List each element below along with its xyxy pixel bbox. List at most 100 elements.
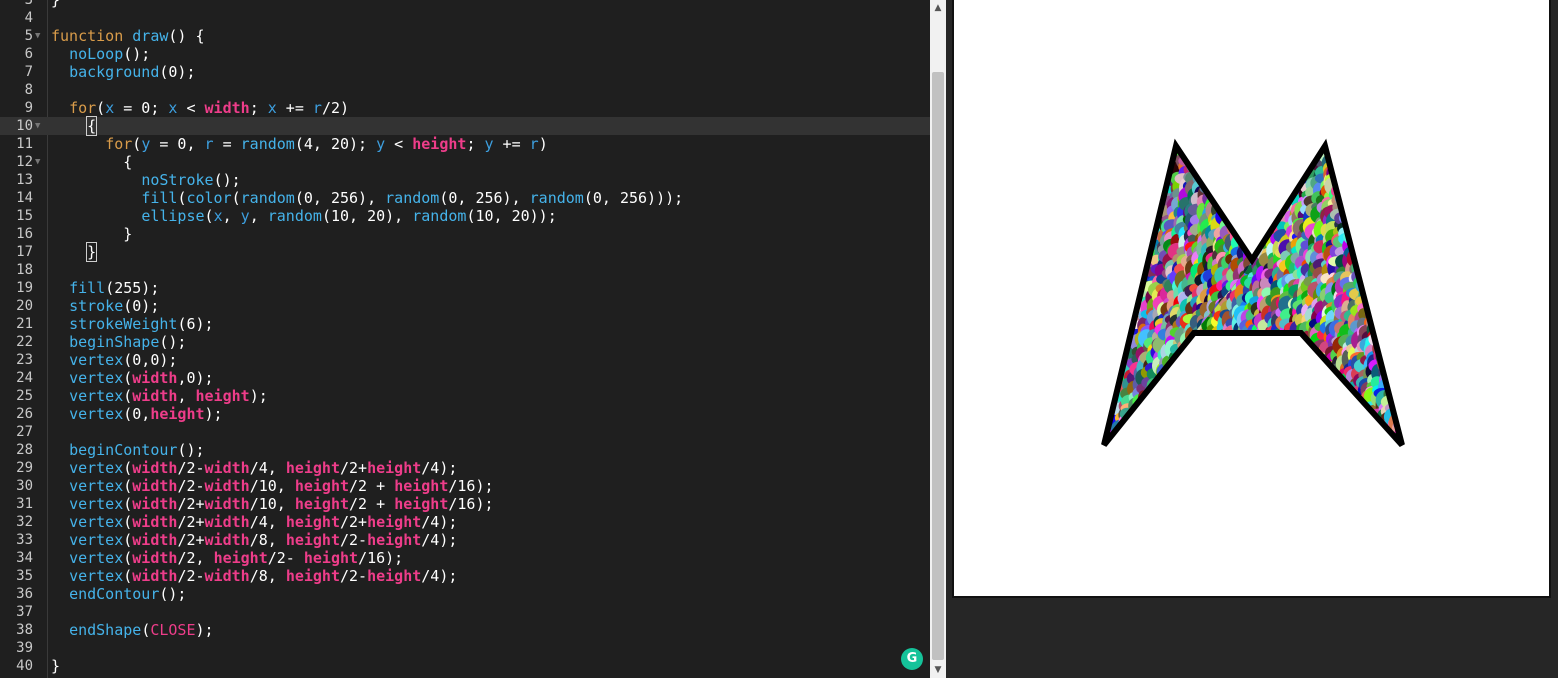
code-line[interactable]: 6 noLoop();	[0, 45, 930, 63]
random-ellipse	[1241, 372, 1260, 387]
code-line[interactable]: 40}	[0, 657, 930, 675]
code-line[interactable]: 33 vertex(width/2+width/8, height/2-heig…	[0, 531, 930, 549]
random-ellipse	[1251, 417, 1271, 430]
random-ellipse	[1230, 167, 1250, 185]
code-line[interactable]: 24 vertex(width,0);	[0, 369, 930, 387]
random-ellipse	[1305, 131, 1323, 146]
code-token: random	[529, 189, 584, 207]
random-ellipse	[1104, 266, 1113, 285]
code-line[interactable]: 23 vertex(0,0);	[0, 351, 930, 369]
random-ellipse	[1247, 405, 1259, 422]
random-ellipse	[1183, 353, 1195, 372]
code-line[interactable]: 7 background(0);	[0, 63, 930, 81]
random-ellipse	[1361, 184, 1374, 204]
random-ellipse	[1194, 380, 1204, 398]
random-ellipse	[1248, 336, 1261, 351]
line-number: 34	[16, 550, 33, 566]
random-ellipse	[1247, 405, 1259, 422]
code-line[interactable]: 11 for(y = 0, r = random(4, 20); y < hei…	[0, 135, 930, 153]
fold-arrow-icon[interactable]: ▼	[35, 117, 40, 135]
random-ellipse	[1128, 244, 1146, 255]
random-ellipse	[1235, 169, 1249, 181]
code-line[interactable]: 16 }	[0, 225, 930, 243]
random-ellipse	[1180, 414, 1199, 428]
random-ellipse	[1224, 362, 1235, 375]
random-ellipse	[1247, 132, 1258, 143]
code-line[interactable]: 27	[0, 423, 930, 441]
random-ellipse	[1220, 422, 1231, 438]
code-line[interactable]: 9 for(x = 0; x < width; x += r/2)	[0, 99, 930, 117]
random-ellipse	[1347, 197, 1361, 213]
code-line[interactable]: 17 }	[0, 242, 930, 262]
random-ellipse	[1109, 225, 1127, 241]
random-ellipse	[1237, 211, 1249, 223]
code-line[interactable]: 12 ▼ {	[0, 153, 930, 171]
random-ellipse	[1104, 150, 1109, 167]
scroll-down-arrow-icon[interactable]: ▼	[930, 662, 946, 678]
random-ellipse	[1148, 169, 1164, 185]
random-ellipse	[1236, 435, 1249, 445]
code-line[interactable]: 35 vertex(width/2-width/8, height/2-heig…	[0, 567, 930, 585]
code-line[interactable]: 34 vertex(width/2, height/2- height/16);	[0, 549, 930, 567]
random-ellipse	[1188, 401, 1202, 417]
code-line[interactable]: 5 ▼ function draw() {	[0, 27, 930, 45]
scrollbar-thumb[interactable]	[932, 72, 944, 660]
grammarly-icon[interactable]: G	[901, 648, 923, 670]
random-ellipse	[1104, 168, 1110, 182]
random-ellipse	[1104, 335, 1125, 356]
code-line[interactable]: 37	[0, 603, 930, 621]
random-ellipse	[1239, 165, 1252, 178]
code-line[interactable]: 10 ▼ {	[0, 116, 930, 136]
random-ellipse	[1139, 185, 1153, 197]
random-ellipse	[1400, 239, 1402, 258]
code-line[interactable]: 19 fill(255);	[0, 279, 930, 297]
random-ellipse	[1339, 410, 1358, 427]
random-ellipse	[1359, 181, 1378, 192]
random-ellipse	[1194, 429, 1201, 440]
random-ellipse	[1224, 205, 1243, 218]
code-line[interactable]: 8	[0, 81, 930, 99]
random-ellipse	[1135, 194, 1151, 210]
random-ellipse	[1194, 432, 1197, 445]
code-line[interactable]: 4	[0, 9, 930, 27]
code-editor[interactable]: 3} 4 5 ▼ function draw() {6 noLoop(); 7 backg…	[0, 0, 930, 678]
code-line[interactable]: 28 beginContour();	[0, 441, 930, 459]
random-ellipse	[1286, 146, 1300, 155]
code-line[interactable]: 18	[0, 261, 930, 279]
code-line[interactable]: 26 vertex(0,height);	[0, 405, 930, 423]
code-line[interactable]: 39	[0, 639, 930, 657]
random-ellipse	[1111, 207, 1125, 222]
code-line[interactable]: 15 ellipse(x, y, random(10, 20), random(…	[0, 207, 930, 225]
code-line[interactable]: 38 endShape(CLOSE);	[0, 621, 930, 639]
random-ellipse	[1224, 428, 1236, 445]
random-ellipse	[1105, 300, 1126, 313]
code-line[interactable]: 3}	[0, 0, 930, 9]
code-line[interactable]: 21 strokeWeight(6);	[0, 315, 930, 333]
code-line[interactable]: 13 noStroke();	[0, 171, 930, 189]
random-ellipse	[1194, 431, 1213, 443]
code-line[interactable]: 36 endContour();	[0, 585, 930, 603]
scroll-up-arrow-icon[interactable]: ▲	[930, 0, 946, 16]
random-ellipse	[1208, 146, 1228, 148]
code-line[interactable]: 22 beginShape();	[0, 333, 930, 351]
random-ellipse	[1255, 205, 1266, 224]
code-line[interactable]: 20 stroke(0);	[0, 297, 930, 315]
code-line[interactable]: 14 fill(color(random(0, 256), random(0, …	[0, 189, 930, 207]
random-ellipse	[1381, 206, 1401, 221]
random-ellipse	[1104, 275, 1110, 287]
code-token: vertex	[69, 495, 124, 513]
code-line[interactable]: 30 vertex(width/2-width/10, height/2 + h…	[0, 477, 930, 495]
code-text: vertex(width/2-width/4, height/2+height/…	[51, 459, 457, 477]
code-line[interactable]: 29 vertex(width/2-width/4, height/2+heig…	[0, 459, 930, 477]
code-line[interactable]: 32 vertex(width/2+width/4, height/2+heig…	[0, 513, 930, 531]
code-line[interactable]: 25 vertex(width, height);	[0, 387, 930, 405]
fold-arrow-icon[interactable]: ▼	[35, 27, 40, 45]
code-line[interactable]: 31 vertex(width/2+width/10, height/2 + h…	[0, 495, 930, 513]
code-token: endContour	[69, 585, 160, 603]
fold-arrow-icon[interactable]: ▼	[35, 153, 40, 171]
random-ellipse	[1230, 354, 1251, 367]
code-token: (255);	[105, 279, 160, 297]
random-ellipse	[1237, 160, 1250, 176]
editor-scrollbar[interactable]: ▲ ▼	[930, 0, 946, 678]
